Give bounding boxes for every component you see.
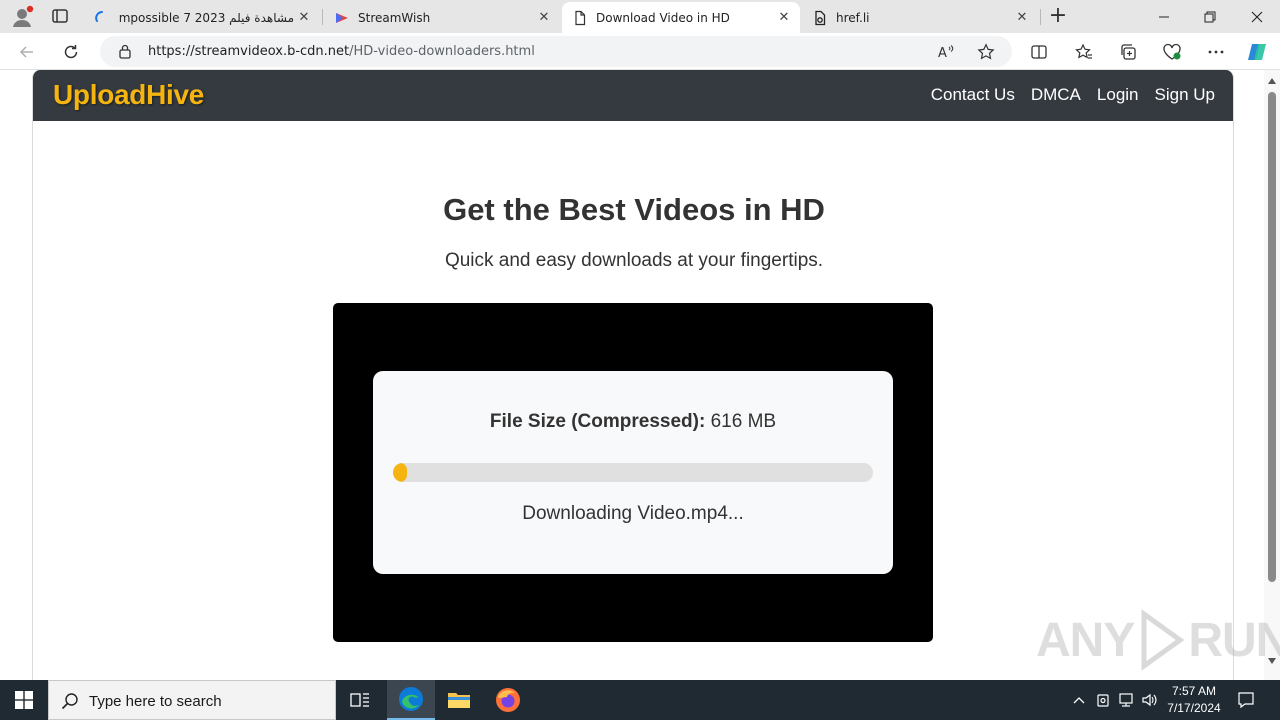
download-card: File Size (Compressed): 616 MB Downloadi…: [373, 371, 893, 574]
tab-title: StreamWish: [358, 10, 431, 25]
volume-icon[interactable]: [1141, 691, 1159, 709]
browser-toolbar: https://streamvideox.b-cdn.net/HD-video-…: [0, 33, 1280, 70]
svg-text:A: A: [938, 46, 947, 61]
anyrun-watermark: ANY RUN: [1036, 610, 1280, 670]
reload-button[interactable]: [58, 39, 84, 65]
address-bar[interactable]: https://streamvideox.b-cdn.net/HD-video-…: [100, 36, 1012, 67]
tab-streamwish[interactable]: StreamWish ✕: [324, 2, 560, 33]
start-button[interactable]: [0, 680, 48, 720]
clock-date: 7/17/2024: [1167, 701, 1221, 715]
favorites-icon[interactable]: [1073, 41, 1095, 63]
sign-up-link[interactable]: Sign Up: [1155, 85, 1215, 105]
browser-essentials-icon[interactable]: [1161, 41, 1183, 63]
url-text[interactable]: https://streamvideox.b-cdn.net/HD-video-…: [148, 44, 535, 59]
file-size-label: File Size (Compressed):: [489, 411, 706, 432]
search-icon: [61, 693, 78, 710]
chevron-up-icon: [1073, 697, 1085, 704]
split-screen-icon[interactable]: [1028, 41, 1050, 63]
folder-icon: [448, 693, 470, 708]
copilot-icon[interactable]: [1246, 41, 1268, 63]
taskbar-edge[interactable]: [387, 680, 435, 720]
download-status: Downloading Video.mp4...: [522, 503, 744, 524]
read-aloud-icon[interactable]: A: [936, 42, 956, 62]
page-viewport: UploadHive Contact Us DMCA Login Sign Up…: [0, 70, 1280, 680]
spinner-icon: [94, 10, 110, 26]
network-icon[interactable]: [1117, 691, 1135, 709]
task-view-icon: [350, 693, 369, 707]
collections-icon[interactable]: [1117, 41, 1139, 63]
site-navbar: UploadHive Contact Us DMCA Login Sign Up: [33, 70, 1233, 121]
site-nav-links: Contact Us DMCA Login Sign Up: [931, 85, 1215, 105]
minimize-button[interactable]: [1141, 0, 1187, 33]
scroll-thumb[interactable]: [1268, 92, 1276, 582]
tab-close-icon[interactable]: ✕: [774, 8, 794, 28]
download-progress-bar: [393, 463, 873, 482]
watermark-text-left: ANY: [1036, 613, 1135, 667]
task-view-button[interactable]: [336, 680, 384, 720]
login-link[interactable]: Login: [1097, 85, 1139, 105]
edge-icon: [399, 687, 423, 711]
taskbar-search[interactable]: Type here to search: [48, 680, 336, 720]
lock-icon[interactable]: [118, 43, 132, 63]
site-logo[interactable]: UploadHive: [53, 79, 204, 111]
tray-security-icon[interactable]: [1094, 691, 1112, 709]
taskbar-firefox[interactable]: [484, 680, 532, 720]
scroll-up-icon[interactable]: [1268, 78, 1276, 84]
back-button[interactable]: [14, 39, 40, 65]
tab-title: href.li: [836, 10, 870, 25]
page-container: UploadHive Contact Us DMCA Login Sign Up…: [32, 70, 1234, 680]
url-host: https://streamvideox.b-cdn.net: [148, 44, 350, 59]
tab-actions-icon[interactable]: [50, 6, 70, 26]
tab-strip: مشاهدة فيلم Mission Impossible 7 2023 ✕ …: [0, 0, 1280, 33]
file-size-value: 616 MB: [710, 411, 777, 432]
page-subtitle: Quick and easy downloads at your fingert…: [444, 250, 824, 271]
tab-download-video[interactable]: Download Video in HD ✕: [562, 2, 800, 33]
tab-href-li[interactable]: href.li ✕: [802, 2, 1038, 33]
profile-avatar-icon[interactable]: [10, 5, 34, 29]
windows-logo-icon: [15, 691, 33, 709]
close-window-button[interactable]: [1234, 0, 1280, 33]
favorite-star-icon[interactable]: [976, 42, 996, 62]
dmca-link[interactable]: DMCA: [1031, 85, 1081, 105]
taskbar-file-explorer[interactable]: [435, 680, 483, 720]
file-size: File Size (Compressed): 616 MB: [373, 411, 893, 433]
new-tab-button[interactable]: +: [1046, 5, 1070, 29]
tab-close-icon[interactable]: ✕: [1012, 8, 1032, 28]
play-triangle-icon: [1141, 610, 1185, 670]
page-title: Get the Best Videos in HD: [443, 192, 825, 227]
tab-close-icon[interactable]: ✕: [294, 8, 314, 28]
more-menu-icon[interactable]: [1205, 41, 1227, 63]
search-placeholder: Type here to search: [89, 693, 222, 710]
page-icon: [572, 10, 588, 26]
windows-taskbar: Type here to search 7:57 AM 7/17/2024: [0, 680, 1280, 720]
clock-time: 7:57 AM: [1171, 684, 1217, 698]
video-player[interactable]: File Size (Compressed): 616 MB Downloadi…: [333, 303, 933, 642]
restore-button[interactable]: [1187, 0, 1233, 33]
href-icon: [812, 10, 828, 26]
firefox-icon: [496, 688, 520, 712]
tab-title: مشاهدة فيلم Mission Impossible 7 2023: [118, 10, 294, 25]
tab-mission-impossible[interactable]: مشاهدة فيلم Mission Impossible 7 2023 ✕: [84, 2, 320, 33]
contact-us-link[interactable]: Contact Us: [931, 85, 1015, 105]
download-progress-fill: [393, 463, 408, 482]
page-scrollbar[interactable]: [1264, 70, 1280, 680]
streamwish-icon: [334, 10, 350, 26]
tab-separator: [322, 9, 323, 25]
system-clock[interactable]: 7:57 AM 7/17/2024: [1162, 683, 1226, 717]
tab-title: Download Video in HD: [596, 10, 730, 25]
tab-separator: [1040, 9, 1041, 25]
tab-close-icon[interactable]: ✕: [534, 8, 554, 28]
url-path: /HD-video-downloaders.html: [349, 44, 535, 59]
watermark-text-right: RUN: [1188, 613, 1280, 667]
show-hidden-icons[interactable]: [1070, 691, 1088, 709]
notifications-icon[interactable]: [1236, 690, 1256, 710]
